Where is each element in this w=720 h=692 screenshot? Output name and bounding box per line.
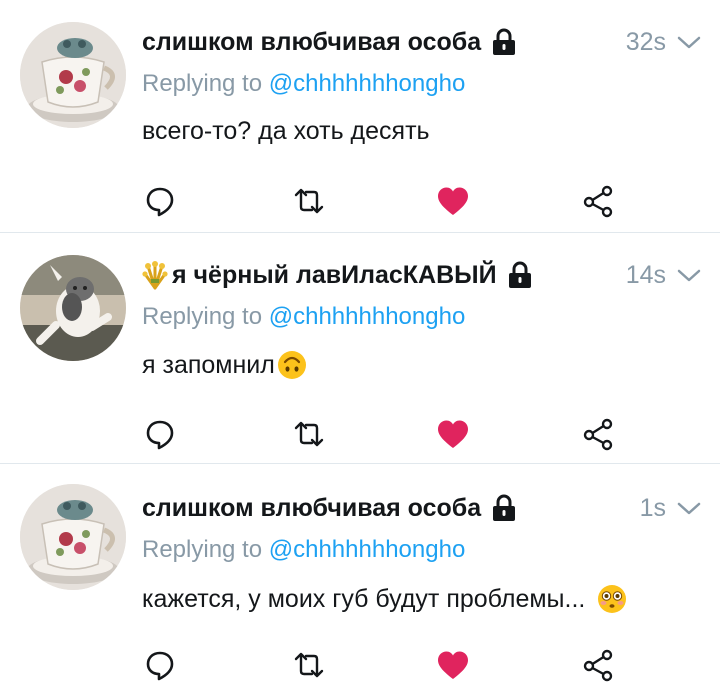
share-icon[interactable]	[580, 647, 616, 683]
lock-icon	[508, 261, 531, 288]
replying-to-label: Replying to	[142, 536, 263, 563]
like-icon[interactable]	[435, 416, 471, 452]
replying-to-label: Replying to	[142, 70, 263, 97]
tweet-text-content: я запомнил	[142, 350, 275, 379]
tweet-text: я запомнил	[142, 350, 307, 380]
like-icon[interactable]	[435, 183, 471, 219]
display-name[interactable]: слишком влюбчивая особа	[142, 494, 481, 523]
tweet-header: слишком влюбчивая особа 1s	[142, 490, 702, 526]
like-icon[interactable]	[435, 647, 471, 683]
retweet-icon[interactable]	[291, 183, 327, 219]
avatar[interactable]	[20, 484, 126, 590]
flushed-face-emoji	[598, 585, 627, 613]
tweet[interactable]: слишком влюбчивая особа 32s Replying to …	[0, 0, 720, 233]
replying-to: Replying to @chhhhhhhongho	[142, 536, 465, 564]
tweet-header: я чёрный лавИласКАВЫЙ 14s	[142, 257, 702, 293]
lock-icon	[493, 494, 516, 521]
sheaf-of-rice-emoji	[142, 261, 168, 290]
tweet-header: слишком влюбчивая особа 32s	[142, 24, 702, 60]
timestamp[interactable]: 1s	[640, 494, 666, 523]
timestamp[interactable]: 14s	[626, 261, 666, 290]
tweet-actions	[0, 183, 720, 219]
reply-handle-link[interactable]: @chhhhhhhongho	[269, 536, 466, 563]
avatar[interactable]	[20, 22, 126, 128]
reply-icon[interactable]	[142, 416, 178, 452]
tweet-actions	[0, 647, 720, 683]
retweet-icon[interactable]	[291, 647, 327, 683]
lock-icon	[493, 28, 516, 55]
tweet-text-content: кажется, у моих губ будут проблемы...	[142, 584, 586, 613]
upside-down-face-emoji	[277, 351, 306, 379]
share-icon[interactable]	[580, 416, 616, 452]
chevron-down-icon[interactable]	[676, 265, 702, 285]
chevron-down-icon[interactable]	[676, 498, 702, 518]
chevron-down-icon[interactable]	[676, 32, 702, 52]
tweet-feed: слишком влюбчивая особа 32s Replying to …	[0, 0, 720, 692]
avatar[interactable]	[20, 255, 126, 361]
tweet-actions	[0, 416, 720, 452]
tweet-text: кажется, у моих губ будут проблемы...	[142, 584, 627, 614]
tweet-text-content: всего-то? да хоть десять	[142, 117, 430, 145]
reply-icon[interactable]	[142, 183, 178, 219]
display-name[interactable]: я чёрный лавИласКАВЫЙ	[172, 261, 497, 290]
retweet-icon[interactable]	[291, 416, 327, 452]
reply-handle-link[interactable]: @chhhhhhhongho	[269, 70, 466, 97]
display-name[interactable]: слишком влюбчивая особа	[142, 28, 481, 57]
tweet-text: всего-то? да хоть десять	[142, 117, 430, 146]
tweet[interactable]: я чёрный лавИласКАВЫЙ 14s Replying to @c…	[0, 233, 720, 464]
replying-to-label: Replying to	[142, 303, 263, 330]
replying-to: Replying to @chhhhhhhongho	[142, 70, 465, 98]
tweet[interactable]: слишком влюбчивая особа 1s Replying to @…	[0, 464, 720, 692]
timestamp[interactable]: 32s	[626, 28, 666, 57]
replying-to: Replying to @chhhhhhhongho	[142, 303, 465, 331]
reply-handle-link[interactable]: @chhhhhhhongho	[269, 303, 466, 330]
share-icon[interactable]	[580, 183, 616, 219]
reply-icon[interactable]	[142, 647, 178, 683]
